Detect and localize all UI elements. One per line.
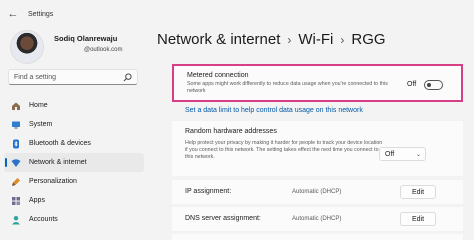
sidebar-item-accounts[interactable]: Accounts — [4, 210, 144, 229]
ip-assignment-label: IP assignment: — [185, 188, 232, 195]
sidebar-item-bluetooth[interactable]: Bluetooth & devices — [4, 134, 144, 153]
data-limit-link[interactable]: Set a data limit to help control data us… — [185, 107, 363, 114]
dns-assignment-label: DNS server assignment: — [185, 215, 261, 222]
random-hardware-address-card: Random hardware addresses Help protect y… — [172, 121, 463, 176]
title-bar: ← Settings — [0, 0, 474, 28]
chevron-down-icon: ⌄ — [415, 152, 421, 158]
profile-text: Sodiq Olanrewaju @outlook.com — [54, 34, 122, 53]
apps-icon — [11, 196, 21, 206]
profile[interactable]: Sodiq Olanrewaju @outlook.com — [10, 30, 122, 64]
sidebar-item-label: Home — [29, 102, 48, 109]
metered-connection-toggle[interactable] — [424, 80, 443, 90]
back-arrow-icon[interactable]: ← — [2, 8, 24, 20]
sidebar-item-system[interactable]: System — [4, 115, 144, 134]
sidebar-item-network[interactable]: Network & internet — [4, 153, 144, 172]
random-hardware-address-description: Help protect your privacy by making it h… — [185, 140, 383, 161]
search-icon[interactable] — [122, 72, 132, 82]
dns-assignment-row: DNS server assignment: Automatic (DHCP) … — [172, 207, 463, 231]
metered-connection-description: Some apps might work differently to redu… — [187, 81, 388, 94]
random-hardware-address-select[interactable]: Off ⌄ — [379, 147, 426, 161]
sidebar-item-label: Network & internet — [29, 159, 87, 166]
page-title: RGG — [351, 31, 386, 48]
wifi-icon — [11, 158, 21, 168]
breadcrumb-network[interactable]: Network & internet — [157, 31, 280, 48]
random-hardware-address-title: Random hardware addresses — [185, 128, 277, 135]
profile-email: @outlook.com — [84, 47, 123, 53]
ip-assignment-row: IP assignment: Automatic (DHCP) Edit — [172, 180, 463, 204]
avatar — [10, 30, 44, 64]
toggle-knob — [427, 83, 431, 87]
sidebar-item-label: System — [29, 121, 53, 128]
brush-icon — [11, 177, 21, 187]
search-input[interactable]: Find a setting — [14, 74, 122, 81]
dns-assignment-value: Automatic (DHCP) — [292, 216, 342, 222]
ip-edit-button[interactable]: Edit — [400, 185, 436, 199]
accounts-icon — [11, 215, 21, 225]
chevron-right-icon: › — [287, 32, 292, 47]
system-icon — [11, 120, 21, 130]
chevron-right-icon: › — [340, 32, 345, 47]
breadcrumb: Network & internet › Wi-Fi › RGG — [157, 31, 386, 48]
home-icon — [11, 101, 21, 111]
metered-toggle-label: Off — [407, 81, 417, 88]
sidebar: Sodiq Olanrewaju @outlook.com Find a set… — [0, 28, 148, 240]
metered-connection-title: Metered connection — [187, 72, 249, 79]
nav-list: Home System Bluetooth & devices Network … — [4, 96, 144, 229]
breadcrumb-wifi[interactable]: Wi-Fi — [298, 31, 333, 48]
bluetooth-icon — [11, 139, 21, 149]
search-box[interactable]: Find a setting — [8, 69, 138, 85]
sidebar-item-personalization[interactable]: Personalization — [4, 172, 144, 191]
next-settings-row — [172, 234, 463, 240]
sidebar-item-label: Apps — [29, 197, 45, 204]
dns-edit-button[interactable]: Edit — [400, 212, 436, 226]
select-value: Off — [385, 150, 395, 158]
metered-connection-card: Metered connection Some apps might work … — [172, 64, 463, 102]
sidebar-item-label: Accounts — [29, 216, 58, 223]
ip-assignment-value: Automatic (DHCP) — [292, 189, 342, 195]
profile-name: Sodiq Olanrewaju — [54, 34, 118, 43]
sidebar-item-label: Bluetooth & devices — [29, 140, 91, 147]
app-title: Settings — [28, 10, 54, 18]
sidebar-item-label: Personalization — [29, 178, 77, 185]
sidebar-item-home[interactable]: Home — [4, 96, 144, 115]
sidebar-item-apps[interactable]: Apps — [4, 191, 144, 210]
